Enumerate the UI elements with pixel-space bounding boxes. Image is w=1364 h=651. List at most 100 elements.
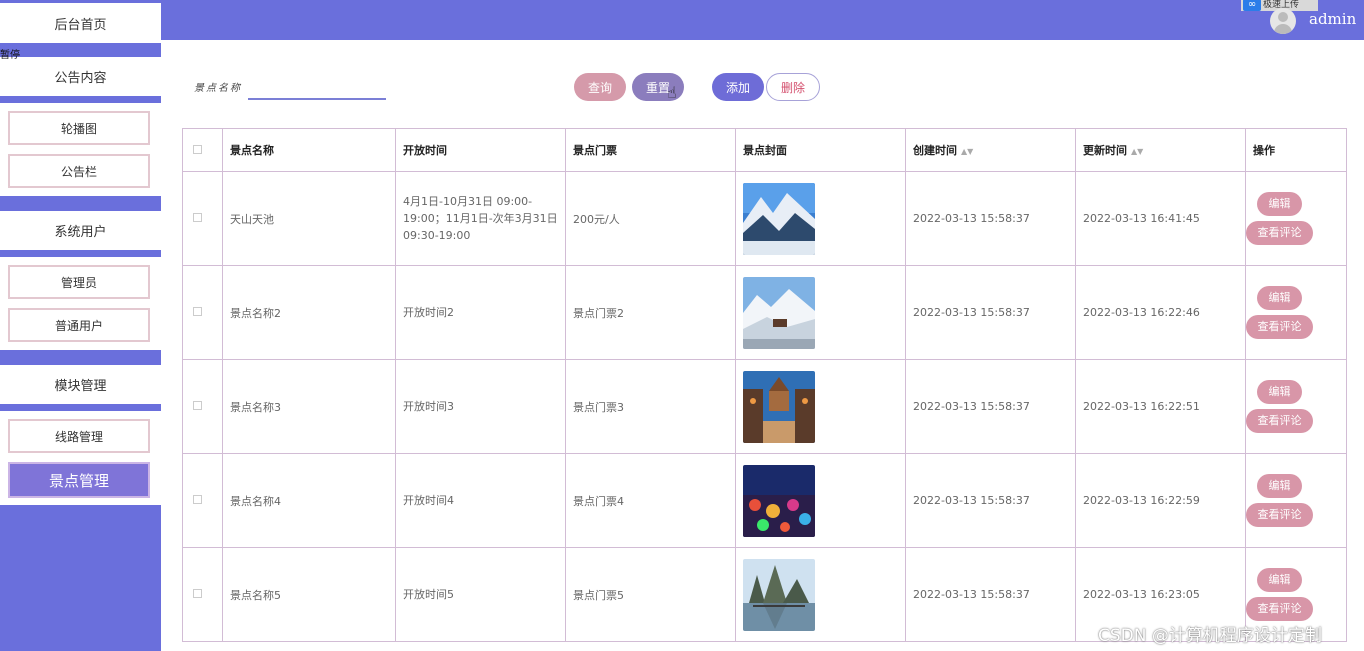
view-comments-button[interactable]: 查看评论 [1246, 221, 1313, 245]
row-select-cell[interactable] [182, 171, 223, 266]
hand-cursor-icon: ☝ [667, 83, 677, 102]
sidebar-group-announcements[interactable]: 公告内容 [0, 57, 161, 96]
row-checkbox[interactable] [193, 589, 202, 598]
table-header-row: 景点名称 开放时间 景点门票 景点封面 创建时间 ▲▼ 更新时间 ▲▼ 操作 [182, 128, 1347, 172]
cell-cover [735, 453, 906, 548]
row-select-cell[interactable] [182, 359, 223, 454]
sidebar-item-home[interactable]: 后台首页 [0, 3, 161, 43]
cell-created: 2022-03-13 15:58:37 [905, 547, 1076, 642]
cell-created: 2022-03-13 15:58:37 [905, 171, 1076, 266]
col-header-updated[interactable]: 更新时间 ▲▼ [1075, 128, 1246, 172]
sidebar-group-modules[interactable]: 模块管理 [0, 365, 161, 404]
view-comments-button[interactable]: 查看评论 [1246, 503, 1313, 527]
cell-updated: 2022-03-13 16:22:51 [1075, 359, 1246, 454]
row-select-cell[interactable] [182, 453, 223, 548]
sidebar-item-label: 景点管理 [48, 471, 109, 490]
cell-actions: 编辑 查看评论 [1245, 453, 1347, 548]
cell-ticket: 200元/人 [565, 171, 736, 266]
query-button[interactable]: 查询 [574, 73, 626, 101]
cell-open-time: 开放时间5 [395, 547, 566, 642]
spot-table: 景点名称 开放时间 景点门票 景点封面 创建时间 ▲▼ 更新时间 ▲▼ 操作 天山天… [182, 128, 1347, 642]
sidebar-item-admin[interactable]: 管理员 [8, 265, 150, 299]
col-header-created[interactable]: 创建时间 ▲▼ [905, 128, 1076, 172]
col-header-label: 创建时间 [913, 144, 957, 157]
sidebar-item-spot-active[interactable]: 景点管理 [8, 462, 150, 498]
col-header-cover: 景点封面 [735, 128, 906, 172]
edit-button[interactable]: 编辑 [1257, 568, 1302, 592]
row-checkbox[interactable] [193, 401, 202, 410]
cell-actions: 编辑 查看评论 [1245, 359, 1347, 454]
cell-updated: 2022-03-13 16:22:59 [1075, 453, 1246, 548]
view-comments-button[interactable]: 查看评论 [1246, 597, 1313, 621]
sidebar-item-bulletin[interactable]: 公告栏 [8, 154, 150, 188]
row-select-cell[interactable] [182, 265, 223, 360]
cell-created: 2022-03-13 15:58:37 [905, 265, 1076, 360]
view-comments-button[interactable]: 查看评论 [1246, 409, 1313, 433]
sidebar-group-label: 系统用户 [54, 225, 107, 240]
cover-image[interactable] [743, 558, 898, 631]
cell-name: 景点名称4 [222, 453, 396, 548]
avatar[interactable] [1270, 8, 1296, 34]
add-button[interactable]: 添加 [712, 73, 764, 101]
cover-image[interactable] [743, 182, 898, 255]
cell-name: 景点名称5 [222, 547, 396, 642]
cell-cover [735, 547, 906, 642]
sidebar-item-route[interactable]: 线路管理 [8, 419, 150, 453]
cell-name: 景点名称3 [222, 359, 396, 454]
cell-name: 景点名称2 [222, 265, 396, 360]
cell-updated: 2022-03-13 16:22:46 [1075, 265, 1246, 360]
edit-button[interactable]: 编辑 [1257, 474, 1302, 498]
cell-cover [735, 265, 906, 360]
cover-image[interactable] [743, 370, 898, 443]
search-input[interactable] [248, 78, 386, 100]
col-header-ticket: 景点门票 [565, 128, 736, 172]
admin-username[interactable]: admin [1309, 10, 1356, 28]
sidebar-item-label: 普通用户 [54, 318, 103, 333]
edit-button[interactable]: 编辑 [1257, 286, 1302, 310]
watermark: CSDN @计算机程序设计定制 [1098, 626, 1322, 646]
cell-created: 2022-03-13 15:58:37 [905, 359, 1076, 454]
cover-image[interactable] [743, 464, 898, 537]
col-header-label: 更新时间 [1083, 144, 1127, 157]
sidebar-item-label: 后台首页 [54, 17, 107, 33]
sidebar-item-carousel[interactable]: 轮播图 [8, 111, 150, 145]
search-label: 景点名称 [194, 83, 242, 94]
sort-icon[interactable]: ▲▼ [961, 147, 973, 156]
sidebar-item-label: 线路管理 [54, 429, 103, 444]
sidebar-group-label: 模块管理 [54, 379, 107, 394]
delete-button[interactable]: 删除 [766, 73, 820, 101]
cell-actions: 编辑 查看评论 [1245, 171, 1347, 266]
view-comments-button[interactable]: 查看评论 [1246, 315, 1313, 339]
edit-button[interactable]: 编辑 [1257, 192, 1302, 216]
cell-created: 2022-03-13 15:58:37 [905, 453, 1076, 548]
cell-open-time: 开放时间2 [395, 265, 566, 360]
cell-ticket: 景点门票5 [565, 547, 736, 642]
cell-cover [735, 171, 906, 266]
table-row: 景点名称4 开放时间4 景点门票4 2022-03-13 15:58:37 20… [182, 453, 1347, 548]
sidebar: 后台首页 公告内容 轮播图 公告栏 系统用户 管理员 普通用户 模块管理 线路管… [0, 0, 161, 651]
sidebar-item-normal-user[interactable]: 普通用户 [8, 308, 150, 342]
cell-open-time: 开放时间3 [395, 359, 566, 454]
select-all-checkbox[interactable] [193, 144, 202, 154]
cell-ticket: 景点门票4 [565, 453, 736, 548]
floating-overlay-label: 暂停 [0, 50, 20, 61]
sidebar-group-users[interactable]: 系统用户 [0, 211, 161, 250]
row-checkbox[interactable] [193, 495, 202, 504]
top-header-bar [161, 0, 1364, 40]
cell-actions: 编辑 查看评论 [1245, 265, 1347, 360]
cover-image[interactable] [743, 276, 898, 349]
row-checkbox[interactable] [193, 307, 202, 316]
edit-button[interactable]: 编辑 [1257, 380, 1302, 404]
cell-cover [735, 359, 906, 454]
cell-open-time: 4月1日-10月31日 09:00-19:00；11月1日-次年3月31日 09… [395, 171, 566, 266]
table-row: 天山天池 4月1日-10月31日 09:00-19:00；11月1日-次年3月3… [182, 171, 1347, 266]
row-checkbox[interactable] [193, 213, 202, 222]
sidebar-item-label: 公告栏 [60, 164, 97, 179]
table-row: 景点名称2 开放时间2 景点门票2 2022-03-13 15:58:37 20… [182, 265, 1347, 360]
sort-icon[interactable]: ▲▼ [1131, 147, 1143, 156]
select-all-cell[interactable] [182, 128, 223, 172]
infinity-icon: ∞ [1243, 0, 1261, 11]
cell-ticket: 景点门票2 [565, 265, 736, 360]
col-header-open: 开放时间 [395, 128, 566, 172]
row-select-cell[interactable] [182, 547, 223, 642]
